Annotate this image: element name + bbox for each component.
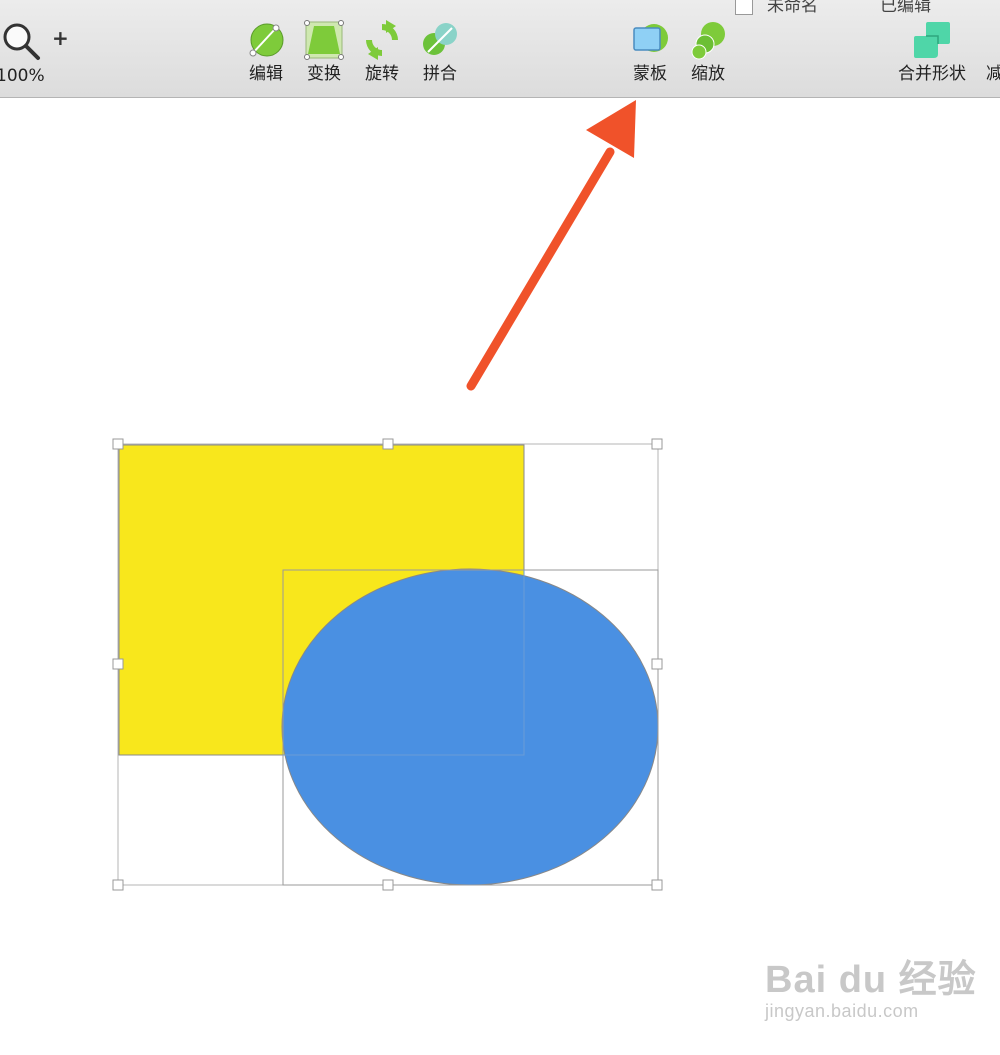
scale-button[interactable]: 缩放 xyxy=(688,20,728,84)
flatten-button[interactable]: 拼合 xyxy=(420,20,460,84)
handle-bottom-left[interactable] xyxy=(112,879,124,891)
document-title-clipped: 未命名 xyxy=(735,0,818,16)
union-button[interactable]: 合并形状 xyxy=(898,20,966,84)
handle-bottom-middle[interactable] xyxy=(382,879,394,891)
mask-label: 蒙板 xyxy=(633,64,667,84)
scale-label: 缩放 xyxy=(691,64,725,84)
watermark-url: jingyan.baidu.com xyxy=(765,1001,919,1021)
handle-top-right[interactable] xyxy=(651,438,663,450)
subtract-icon xyxy=(988,20,1000,60)
subtract-button[interactable]: 减 xyxy=(986,20,1000,84)
annotation-arrow xyxy=(466,100,636,391)
edit-icon xyxy=(249,23,284,57)
document-checkbox[interactable] xyxy=(735,0,753,15)
edited-status: 已编辑 xyxy=(880,0,931,16)
zoom-magnifier-icon[interactable] xyxy=(0,20,44,62)
edit-label: 编辑 xyxy=(249,64,283,84)
union-icon xyxy=(914,22,950,58)
baidu-watermark: Bai du 经验 jingyan.baidu.com xyxy=(765,960,977,1022)
flatten-label: 拼合 xyxy=(423,64,457,84)
flatten-icon xyxy=(423,23,457,55)
rotate-button[interactable]: 旋转 xyxy=(362,20,402,84)
rotate-icon xyxy=(366,20,398,60)
toolbar: 未命名 已编辑 + 100% 编辑 变换 旋转 拼合 蒙板 缩放 合并形状 减 xyxy=(0,0,1000,98)
zoom-in-icon[interactable]: + xyxy=(52,26,69,50)
subtract-label: 减 xyxy=(986,64,1000,84)
handle-middle-left[interactable] xyxy=(112,658,124,670)
scale-icon xyxy=(691,22,725,60)
handle-middle-right[interactable] xyxy=(651,658,663,670)
transform-icon xyxy=(304,20,344,60)
mask-icon xyxy=(633,24,668,52)
transform-label: 变换 xyxy=(307,64,341,84)
blue-oval[interactable] xyxy=(281,568,659,886)
handle-top-middle[interactable] xyxy=(382,438,394,450)
edit-button[interactable]: 编辑 xyxy=(246,20,286,84)
document-name: 未命名 xyxy=(767,0,818,16)
watermark-logo: Bai du 经验 xyxy=(765,959,977,1001)
canvas[interactable] xyxy=(0,98,1000,1055)
rotate-label: 旋转 xyxy=(365,64,399,84)
zoom-level: 100% xyxy=(0,66,45,86)
mask-button[interactable]: 蒙板 xyxy=(630,20,670,84)
union-label: 合并形状 xyxy=(898,64,966,84)
edited-status-clipped: 已编辑 xyxy=(880,0,931,16)
handle-bottom-right[interactable] xyxy=(651,879,663,891)
handle-top-left[interactable] xyxy=(112,438,124,450)
transform-button[interactable]: 变换 xyxy=(304,20,344,84)
